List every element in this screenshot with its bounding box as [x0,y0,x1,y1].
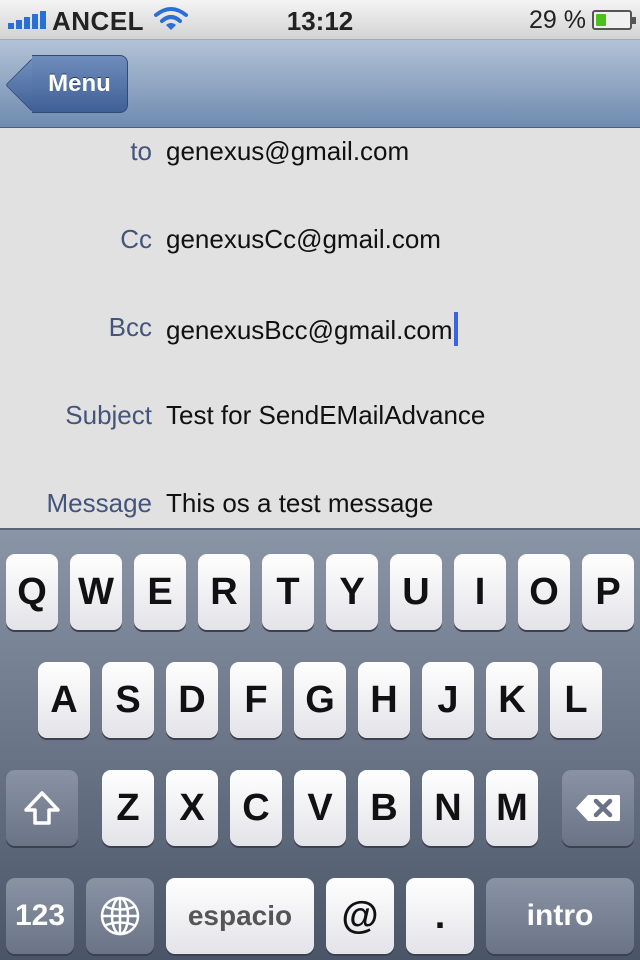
bcc-field[interactable]: genexusBcc@gmail.com [166,312,458,346]
subject-row: Subject Test for SendEMailAdvance [0,392,640,442]
globe-key[interactable] [86,878,154,954]
key-n[interactable]: N [422,770,474,846]
key-b[interactable]: B [358,770,410,846]
key-w[interactable]: W [70,554,122,630]
numbers-key[interactable]: 123 [6,878,74,954]
navigation-bar: Menu [0,40,640,128]
key-x[interactable]: X [166,770,218,846]
key-t[interactable]: T [262,554,314,630]
key-c[interactable]: C [230,770,282,846]
key-z[interactable]: Z [102,770,154,846]
cc-field[interactable]: genexusCc@gmail.com [166,224,441,255]
battery-fill [596,14,607,26]
to-row: to genexus@gmail.com [0,128,640,178]
key-s[interactable]: S [102,662,154,738]
dot-key[interactable]: . [406,878,474,954]
key-f[interactable]: F [230,662,282,738]
text-cursor [453,312,458,346]
key-v[interactable]: V [294,770,346,846]
key-y[interactable]: Y [326,554,378,630]
cc-row: Cc genexusCc@gmail.com [0,216,640,266]
key-a[interactable]: A [38,662,90,738]
message-row: Message This os a test message [0,480,640,530]
at-key[interactable]: @ [326,878,394,954]
key-q[interactable]: Q [6,554,58,630]
bcc-field-text: genexusBcc@gmail.com [166,315,453,345]
key-k[interactable]: K [486,662,538,738]
key-e[interactable]: E [134,554,186,630]
battery-percentage: 29 % [529,6,586,34]
return-key[interactable]: intro [486,878,634,954]
key-d[interactable]: D [166,662,218,738]
globe-icon [100,896,140,936]
back-button[interactable]: Menu [5,40,142,128]
key-r[interactable]: R [198,554,250,630]
space-key[interactable]: espacio [166,878,314,954]
key-i[interactable]: I [454,554,506,630]
key-g[interactable]: G [294,662,346,738]
cc-label: Cc [120,224,152,254]
key-l[interactable]: L [550,662,602,738]
email-form: to genexus@gmail.com Cc genexusCc@gmail.… [0,128,640,528]
battery-icon [592,10,636,30]
bcc-row: Bcc genexusBcc@gmail.com [0,304,640,354]
shift-key[interactable] [6,770,78,846]
key-j[interactable]: J [422,662,474,738]
key-m[interactable]: M [486,770,538,846]
bcc-label: Bcc [108,312,152,342]
back-button-label[interactable]: Menu [32,55,128,113]
status-bar: ANCEL 13:12 29 % [0,0,640,40]
key-p[interactable]: P [582,554,634,630]
key-h[interactable]: H [358,662,410,738]
keyboard: Q W E R T Y U I O P A S D F G H J K L Z … [0,528,640,960]
backspace-icon [576,795,620,821]
subject-label: Subject [65,400,152,430]
subject-field[interactable]: Test for SendEMailAdvance [166,400,485,431]
key-o[interactable]: O [518,554,570,630]
message-label: Message [46,488,153,518]
key-u[interactable]: U [390,554,442,630]
to-label: to [130,136,152,166]
backspace-key[interactable] [562,770,634,846]
shift-icon [24,791,60,825]
message-field[interactable]: This os a test message [166,488,433,519]
to-field[interactable]: genexus@gmail.com [166,136,409,167]
